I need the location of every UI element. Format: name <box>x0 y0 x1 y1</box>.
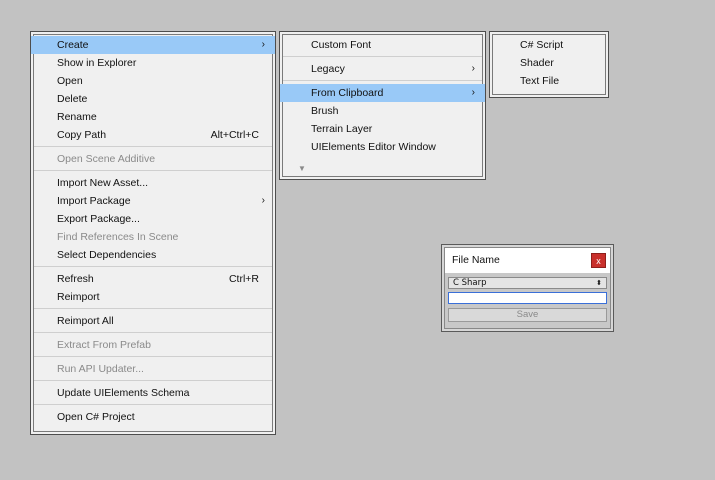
menu-item-label: Find References In Scene <box>57 231 179 243</box>
menu-item-brush[interactable]: Brush <box>280 102 485 120</box>
menu-item-custom-font[interactable]: Custom Font <box>280 36 485 54</box>
menu-item-label: Brush <box>311 105 339 117</box>
menu-item-export-package[interactable]: Export Package... <box>31 210 275 228</box>
context-menu: Create › Show in Explorer Open Delete Re… <box>30 31 276 435</box>
menu-item-label: Import Package <box>57 195 131 207</box>
menu-item-label: Export Package... <box>57 213 140 225</box>
menu-item-legacy[interactable]: Legacy › <box>280 60 485 78</box>
menu-item-label: Extract From Prefab <box>57 339 151 351</box>
save-button[interactable]: Save <box>448 308 607 322</box>
menu-separator <box>34 146 272 147</box>
menu-separator <box>283 80 482 81</box>
select-value: C Sharp <box>453 278 487 288</box>
menu-separator <box>34 356 272 357</box>
menu-separator <box>34 308 272 309</box>
menu-separator <box>34 266 272 267</box>
menu-separator <box>34 380 272 381</box>
submenu-arrow-icon: › <box>261 39 265 50</box>
menu-item-select-dependencies[interactable]: Select Dependencies <box>31 246 275 264</box>
menu-item-label: Create <box>57 39 89 51</box>
menu-item-copy-path[interactable]: Copy Path Alt+Ctrl+C <box>31 126 275 144</box>
dialog-titlebar[interactable]: File Name x <box>445 248 610 273</box>
menu-item-extract-from-prefab: Extract From Prefab <box>31 336 275 354</box>
submenu-arrow-icon: › <box>471 63 475 74</box>
menu-item-rename[interactable]: Rename <box>31 108 275 126</box>
menu-item-open-scene-additive: Open Scene Additive <box>31 150 275 168</box>
menu-item-label: Delete <box>57 93 88 105</box>
menu-item-text-file[interactable]: Text File <box>490 72 608 90</box>
menu-item-label: Run API Updater... <box>57 363 144 375</box>
menu-item-label: Open <box>57 75 83 87</box>
menu-item-find-references: Find References In Scene <box>31 228 275 246</box>
dropdown-caret-icon: ⬍ <box>596 279 602 287</box>
menu-item-run-api-updater: Run API Updater... <box>31 360 275 378</box>
menu-item-refresh[interactable]: Refresh Ctrl+R <box>31 270 275 288</box>
menu-item-label: Select Dependencies <box>57 249 157 261</box>
menu-item-label: Reimport All <box>57 315 114 327</box>
close-button[interactable]: x <box>591 253 606 268</box>
menu-separator <box>283 56 482 57</box>
menu-item-show-in-explorer[interactable]: Show in Explorer <box>31 54 275 72</box>
menu-item-import-package[interactable]: Import Package › <box>31 192 275 210</box>
shortcut-label: Alt+Ctrl+C <box>210 129 259 141</box>
menu-item-update-uielements-schema[interactable]: Update UIElements Schema <box>31 384 275 402</box>
menu-item-label: UIElements Editor Window <box>311 141 436 153</box>
file-name-dialog: File Name x C Sharp ⬍ Save <box>441 244 614 332</box>
menu-item-label: Terrain Layer <box>311 123 373 135</box>
menu-item-delete[interactable]: Delete <box>31 90 275 108</box>
menu-item-create[interactable]: Create › <box>31 36 275 54</box>
scroll-down-icon[interactable]: ▼ <box>298 164 306 173</box>
menu-item-label: Legacy <box>311 63 345 75</box>
menu-item-label: Open Scene Additive <box>57 153 156 165</box>
menu-item-shader[interactable]: Shader <box>490 54 608 72</box>
file-name-input[interactable] <box>448 292 607 304</box>
submenu-arrow-icon: › <box>471 87 475 98</box>
menu-item-label: Import New Asset... <box>57 177 149 189</box>
menu-separator <box>34 170 272 171</box>
menu-item-open[interactable]: Open <box>31 72 275 90</box>
create-submenu: Custom Font Legacy › From Clipboard › Br… <box>279 31 486 180</box>
menu-item-label: Text File <box>520 75 560 87</box>
menu-item-label: Reimport <box>57 291 100 303</box>
file-type-select[interactable]: C Sharp ⬍ <box>448 277 607 289</box>
submenu-arrow-icon: › <box>261 195 265 206</box>
menu-item-label: Refresh <box>57 273 94 285</box>
menu-item-label: Show in Explorer <box>57 57 137 69</box>
menu-item-terrain-layer[interactable]: Terrain Layer <box>280 120 485 138</box>
menu-item-csharp-script[interactable]: C# Script <box>490 36 608 54</box>
shortcut-label: Ctrl+R <box>228 273 259 285</box>
dialog-title: File Name <box>452 254 500 266</box>
clipboard-submenu: C# Script Shader Text File <box>489 31 609 98</box>
menu-item-label: Shader <box>520 57 554 69</box>
menu-item-from-clipboard[interactable]: From Clipboard › <box>280 84 485 102</box>
menu-item-import-new-asset[interactable]: Import New Asset... <box>31 174 275 192</box>
menu-item-label: Copy Path <box>57 129 107 141</box>
menu-item-label: C# Script <box>520 39 564 51</box>
menu-item-label: Open C# Project <box>57 411 135 423</box>
menu-item-reimport-all[interactable]: Reimport All <box>31 312 275 330</box>
menu-item-label: Rename <box>57 111 97 123</box>
menu-item-label: Custom Font <box>311 39 372 51</box>
menu-item-open-csharp-project[interactable]: Open C# Project <box>31 408 275 426</box>
menu-separator <box>34 332 272 333</box>
menu-separator <box>34 404 272 405</box>
menu-item-uielements-editor-window[interactable]: UIElements Editor Window <box>280 138 485 156</box>
menu-item-label: From Clipboard <box>311 87 384 99</box>
menu-item-reimport[interactable]: Reimport <box>31 288 275 306</box>
menu-item-label: Update UIElements Schema <box>57 387 190 399</box>
